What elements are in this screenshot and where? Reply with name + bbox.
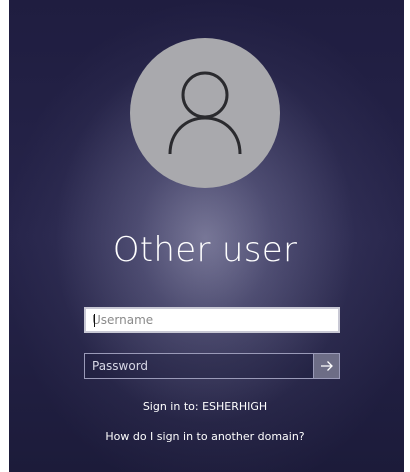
person-icon — [168, 71, 242, 155]
text-caret — [94, 314, 95, 327]
username-input[interactable] — [86, 309, 338, 331]
submit-button[interactable] — [313, 354, 339, 378]
arrow-right-icon — [320, 361, 333, 371]
lock-screen: Other user Sign in to: ESHERHIGH How do … — [0, 0, 410, 472]
sign-in-domain-label: Sign in to: ESHERHIGH — [142, 400, 268, 413]
password-input[interactable] — [85, 354, 314, 378]
user-display-name: Other user — [112, 230, 298, 270]
other-domain-help-link[interactable]: How do I sign in to another domain? — [0, 430, 410, 444]
user-avatar — [130, 38, 280, 188]
username-field[interactable] — [84, 307, 340, 333]
password-field[interactable] — [84, 353, 340, 379]
